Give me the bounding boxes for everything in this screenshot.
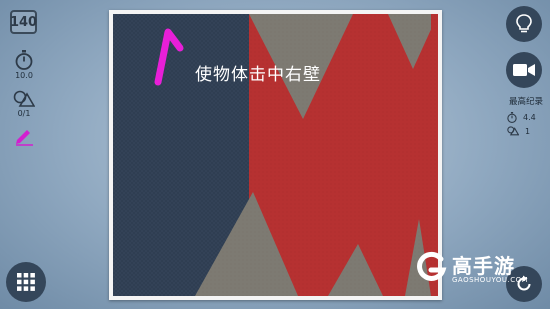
grid-menu-icon — [17, 273, 35, 291]
site-watermark: 高手游 GAOSHOUYOU.COM — [410, 248, 550, 288]
shapes-icon — [13, 90, 35, 107]
lightbulb-icon — [516, 14, 532, 33]
hint-button[interactable] — [506, 6, 542, 42]
watermark-url: GAOSHOUYOU.COM — [452, 276, 529, 284]
stopwatch-icon — [15, 50, 33, 70]
gaoshouyou-logo-icon — [417, 251, 447, 281]
best-shapes-row: 1 — [507, 126, 547, 136]
goal-text: 使物体击中右壁 — [195, 65, 321, 85]
level-number-badge: 140 — [10, 10, 37, 34]
shapes-value: 0/1 — [17, 109, 31, 118]
game-field[interactable] — [109, 10, 442, 300]
level-number: 140 — [9, 14, 38, 30]
best-shapes-value: 1 — [525, 126, 531, 136]
best-time-row: 4.4 — [507, 112, 547, 123]
pen-icon[interactable] — [14, 126, 34, 146]
menu-button[interactable] — [6, 262, 46, 302]
shapes-stat: 0/1 — [0, 90, 48, 118]
video-camera-icon — [513, 64, 535, 76]
best-time-value: 4.4 — [523, 113, 536, 122]
best-record-title: 最高纪录 — [508, 97, 543, 107]
timer-value: 10.0 — [15, 71, 33, 80]
level-scene — [113, 14, 438, 296]
timer-stat: 10.0 — [0, 50, 48, 80]
video-button[interactable] — [506, 52, 542, 88]
stopwatch-icon — [507, 112, 517, 123]
pen-tool[interactable] — [0, 126, 48, 146]
watermark-name: 高手游 — [452, 254, 515, 278]
shapes-icon — [507, 126, 519, 136]
